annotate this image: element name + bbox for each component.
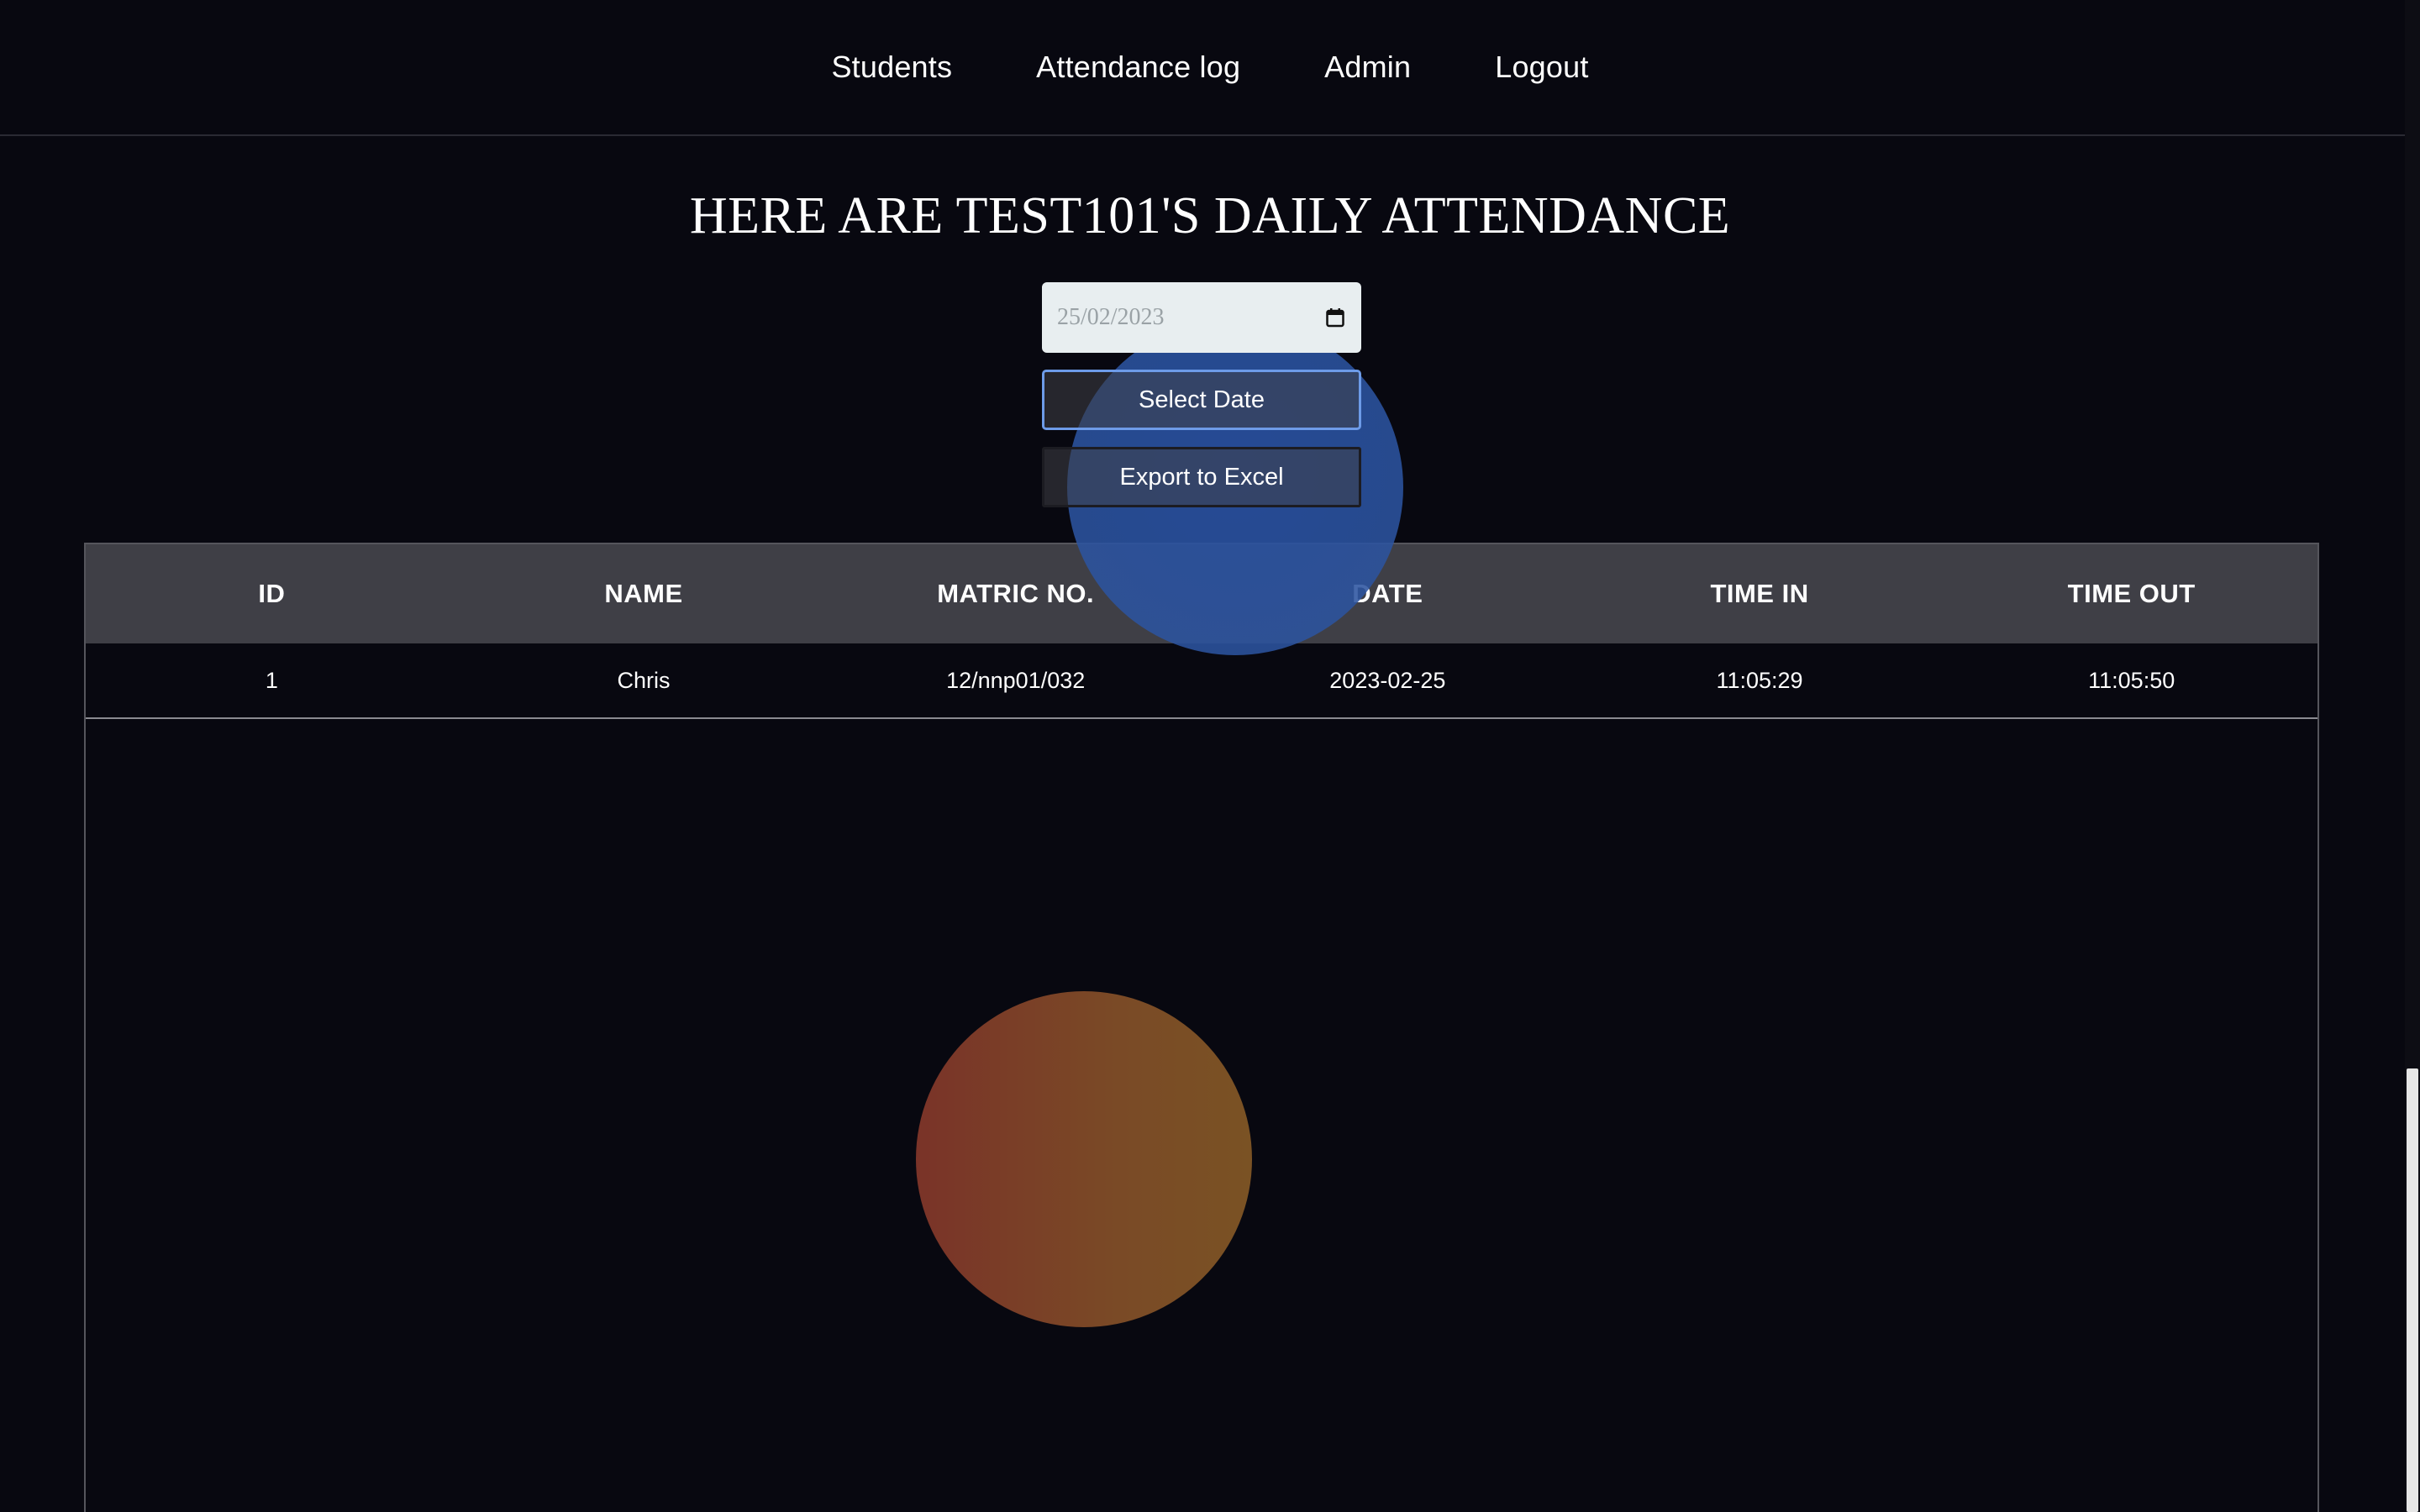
scrollbar-thumb[interactable] <box>2407 1068 2418 1512</box>
cell-time-in: 11:05:29 <box>1716 667 1803 693</box>
nav-students[interactable]: Students <box>831 50 952 85</box>
table-header: ID NAME MATRIC NO. DATE TIME IN TIME OUT <box>86 544 2317 643</box>
vertical-scrollbar[interactable] <box>2405 0 2420 1512</box>
top-navbar: Students Attendance log Admin Logout <box>0 0 2420 136</box>
cell-matric-no: 12/nnp01/032 <box>946 667 1086 693</box>
cell-time-out: 11:05:50 <box>2088 667 2175 693</box>
table-row: 1 Chris 12/nnp01/032 2023-02-25 11:05:29… <box>86 643 2317 719</box>
nav-attendance-log[interactable]: Attendance log <box>1036 50 1240 85</box>
column-header-id: ID <box>258 579 286 608</box>
column-header-date: DATE <box>1352 579 1423 608</box>
column-header-name: NAME <box>604 579 683 608</box>
nav-logout[interactable]: Logout <box>1495 50 1588 85</box>
column-header-time-in: TIME IN <box>1710 579 1809 608</box>
date-controls: 25/02/2023 Select Date Export to Excel <box>1042 282 1361 507</box>
cell-name: Chris <box>617 667 671 693</box>
date-input[interactable]: 25/02/2023 <box>1042 282 1361 353</box>
export-to-excel-button[interactable]: Export to Excel <box>1042 447 1361 507</box>
date-input-value: 25/02/2023 <box>1057 304 1165 330</box>
calendar-icon[interactable] <box>1326 307 1344 328</box>
column-header-time-out: TIME OUT <box>2067 579 2196 608</box>
cell-date: 2023-02-25 <box>1329 667 1446 693</box>
attendance-table: ID NAME MATRIC NO. DATE TIME IN TIME OUT… <box>84 543 2319 1512</box>
page-title: HERE ARE TEST101'S DAILY ATTENDANCE <box>689 187 1731 244</box>
column-header-matric-no: MATRIC NO. <box>937 579 1095 608</box>
nav-admin[interactable]: Admin <box>1324 50 1411 85</box>
cell-id: 1 <box>265 667 278 693</box>
page: Students Attendance log Admin Logout HER… <box>0 0 2420 1512</box>
select-date-button[interactable]: Select Date <box>1042 370 1361 430</box>
